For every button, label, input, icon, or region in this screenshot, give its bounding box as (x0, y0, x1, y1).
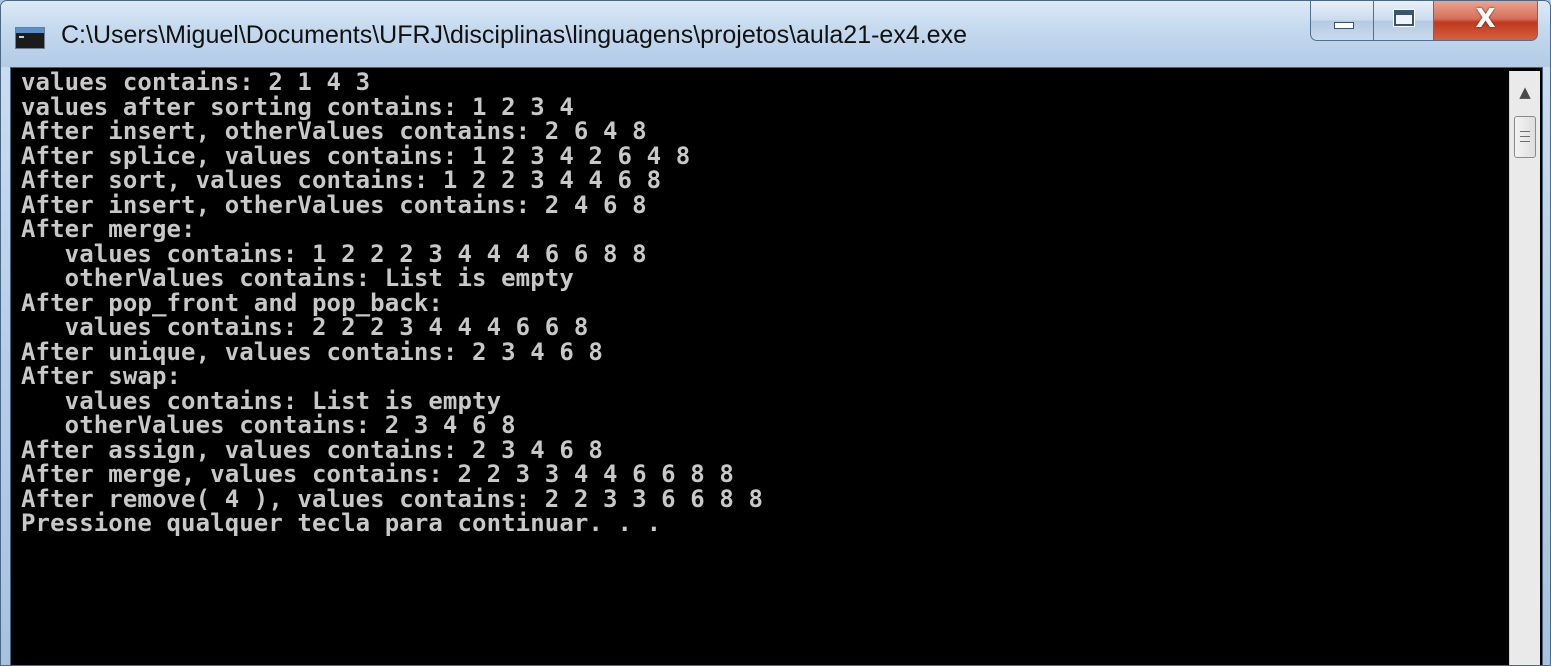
scroll-thumb-grip (1520, 131, 1530, 132)
scroll-thumb-grip (1520, 141, 1530, 142)
scroll-thumb-grip (1520, 136, 1530, 137)
console-line: After insert, otherValues contains: 2 6 … (21, 117, 647, 145)
console-line: values after sorting contains: 1 2 3 4 (21, 92, 574, 121)
window-title: C:\Users\Miguel\Documents\UFRJ\disciplin… (61, 21, 967, 49)
minimize-button[interactable] (1310, 1, 1374, 41)
title-bar[interactable]: C:\Users\Miguel\Documents\UFRJ\disciplin… (1, 1, 1550, 67)
console-line: After splice, values contains: 1 2 3 4 2… (21, 141, 691, 170)
console-line: After swap: (21, 362, 182, 390)
console-icon[interactable] (15, 27, 45, 49)
console-line: otherValues contains: 2 3 4 6 8 (21, 411, 516, 439)
console-output[interactable]: values contains: 2 1 4 3 values after sor… (11, 70, 1496, 665)
console-line: After merge: (21, 215, 196, 243)
console-line: After sort, values contains: 1 2 2 3 4 4… (21, 166, 662, 194)
maximize-icon (1393, 9, 1415, 27)
scroll-thumb[interactable] (1514, 116, 1536, 158)
console-line: After merge, values contains: 2 2 3 3 4 … (21, 460, 734, 488)
vertical-scrollbar[interactable]: ▲ (1509, 71, 1540, 665)
console-line: Pressione qualquer tecla para continuar.… (21, 509, 662, 537)
minimize-icon (1334, 22, 1354, 29)
console-line: otherValues contains: List is empty (21, 264, 574, 292)
console-line: values contains: 2 1 4 3 (21, 70, 371, 96)
close-icon: X (1475, 4, 1496, 34)
console-line: values contains: 1 2 2 2 3 4 4 4 6 6 8 8 (21, 239, 647, 268)
scroll-up-icon[interactable]: ▲ (1510, 77, 1540, 107)
console-line: After remove( 4 ), values contains: 2 2 … (21, 484, 764, 513)
console-line: values contains: List is empty (21, 386, 502, 415)
maximize-button[interactable] (1374, 1, 1434, 41)
console-line: values contains: 2 2 2 3 4 4 4 6 6 8 (21, 313, 589, 341)
console-line: After assign, values contains: 2 3 4 6 8 (21, 435, 603, 464)
console-line: After insert, otherValues contains: 2 4 … (21, 190, 647, 219)
console-window: C:\Users\Miguel\Documents\UFRJ\disciplin… (0, 0, 1551, 666)
console-line: After pop_front and pop_back: (21, 288, 443, 317)
close-button[interactable]: X (1434, 1, 1538, 41)
console-line: After unique, values contains: 2 3 4 6 8 (21, 337, 603, 366)
caption-buttons: X (1310, 1, 1538, 43)
